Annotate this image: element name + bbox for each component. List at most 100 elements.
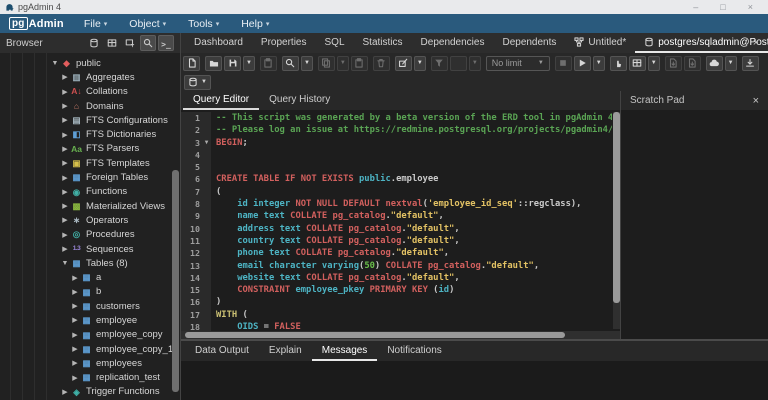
explain-button[interactable] [628, 55, 646, 71]
find-button[interactable] [281, 55, 299, 71]
edit-button[interactable] [394, 55, 412, 71]
close-tab-icon[interactable]: × [744, 33, 768, 53]
tab-sql[interactable]: SQL [316, 33, 354, 53]
save-button[interactable] [224, 55, 241, 71]
new-file-button[interactable] [183, 55, 200, 71]
tree-item-domains[interactable]: ▶ ⌂ Domains [0, 99, 180, 113]
minimize-button[interactable]: – [693, 2, 698, 12]
chevron-right-icon[interactable]: ▶ [60, 388, 70, 396]
view-data-button[interactable] [104, 35, 120, 51]
execute-button-dropdown[interactable]: ▼ [592, 55, 605, 71]
menu-tools[interactable]: Tools ▾ [188, 18, 219, 30]
tab-notifications[interactable]: Notifications [377, 341, 451, 361]
menu-object[interactable]: Object ▾ [129, 18, 166, 30]
tree-item-employees[interactable]: ▶ ▦ employees [0, 356, 180, 370]
tree-item-fts-dictionaries[interactable]: ▶ ◧ FTS Dictionaries [0, 127, 180, 141]
row-limit-select[interactable]: No limit ▼ [485, 55, 550, 71]
tab-data-output[interactable]: Data Output [185, 341, 259, 361]
tree-item-employee-copy-1[interactable]: ▶ ▦ employee_copy_1 [0, 342, 180, 356]
tree-item-trigger-functions[interactable]: ▶ ◈ Trigger Functions [0, 385, 180, 399]
save-button-dropdown[interactable]: ▼ [243, 55, 255, 71]
tab-explain[interactable]: Explain [259, 341, 312, 361]
tree-item-public[interactable]: ▼ ◆ public [0, 56, 180, 70]
chevron-right-icon[interactable]: ▶ [70, 359, 80, 367]
search-objects-button[interactable] [140, 35, 156, 51]
chevron-right-icon[interactable]: ▶ [60, 202, 70, 210]
tree-item-fts-configurations[interactable]: ▶ ▤ FTS Configurations [0, 113, 180, 127]
macro-button[interactable] [705, 55, 723, 71]
sql-editor[interactable]: 1 -- This script was generated by a beta … [181, 110, 620, 339]
paste-button[interactable] [259, 55, 277, 71]
tab-dependencies[interactable]: Dependencies [412, 33, 494, 53]
tree-item-customers[interactable]: ▶ ▦ customers [0, 299, 180, 313]
add-database-button[interactable] [86, 35, 102, 51]
tree-item-functions[interactable]: ▶ ◉ Functions [0, 185, 180, 199]
chevron-right-icon[interactable]: ▶ [70, 288, 80, 296]
chevron-right-icon[interactable]: ▶ [70, 331, 80, 339]
paste-rows-button[interactable] [350, 55, 368, 71]
tree-item-foreign-tables[interactable]: ▶ ▦ Foreign Tables [0, 170, 180, 184]
explain-button-dropdown[interactable]: ▼ [647, 55, 660, 71]
chevron-down-icon[interactable]: ▼ [50, 60, 60, 67]
tab-properties[interactable]: Properties [252, 33, 316, 53]
tab-dashboard[interactable]: Dashboard [185, 33, 252, 53]
chevron-right-icon[interactable]: ▶ [70, 302, 80, 310]
tab-untitled[interactable]: Untitled* [565, 33, 635, 53]
chevron-right-icon[interactable]: ▶ [70, 345, 80, 353]
chevron-right-icon[interactable]: ▶ [60, 174, 70, 182]
save-results-button[interactable] [664, 55, 682, 71]
tab-query-history[interactable]: Query History [259, 91, 340, 110]
connection-selector-button[interactable]: ▼ [184, 74, 211, 90]
tree-item-a[interactable]: ▶ ▦ a [0, 270, 180, 284]
editor-horizontal-scrollbar[interactable] [181, 331, 620, 339]
copy-button[interactable] [317, 55, 335, 71]
tab-messages[interactable]: Messages [311, 341, 378, 361]
filtered-rows-button[interactable] [122, 35, 138, 51]
close-window-button[interactable]: × [748, 2, 753, 12]
tab-statistics[interactable]: Statistics [354, 33, 412, 53]
tab-dependents[interactable]: Dependents [493, 33, 565, 53]
chevron-right-icon[interactable]: ▶ [60, 188, 70, 196]
cancel-query-button[interactable] [554, 55, 572, 71]
filter-button[interactable] [430, 55, 448, 71]
editor-vertical-scrollbar[interactable] [613, 112, 620, 329]
chevron-right-icon[interactable]: ▶ [60, 145, 70, 153]
sidebar-scrollbar[interactable] [172, 170, 179, 392]
chevron-right-icon[interactable]: ▶ [60, 159, 70, 167]
scratch-pad-body[interactable] [621, 110, 768, 339]
commit-button[interactable] [609, 55, 627, 71]
query-tool-button[interactable]: >_ [158, 35, 174, 51]
copy-button-dropdown[interactable]: ▼ [336, 55, 349, 71]
filter-options-button[interactable] [449, 55, 467, 71]
tree-item-employee[interactable]: ▶ ▦ employee [0, 313, 180, 327]
maximize-button[interactable]: □ [720, 2, 725, 12]
edit-button-dropdown[interactable]: ▼ [413, 55, 426, 71]
chevron-down-icon[interactable]: ▼ [60, 260, 70, 267]
tree-item-b[interactable]: ▶ ▦ b [0, 285, 180, 299]
delete-button[interactable] [372, 55, 390, 71]
find-button-dropdown[interactable]: ▼ [300, 55, 313, 71]
tree-item-procedures[interactable]: ▶ ◎ Procedures [0, 228, 180, 242]
save-results-alt-button[interactable] [683, 55, 701, 71]
download-button[interactable] [741, 55, 759, 71]
chevron-right-icon[interactable]: ▶ [70, 374, 80, 382]
tree-item-replication-test[interactable]: ▶ ▦ replication_test [0, 371, 180, 385]
chevron-right-icon[interactable]: ▶ [60, 245, 70, 253]
chevron-right-icon[interactable]: ▶ [60, 116, 70, 124]
tree-item-collations[interactable]: ▶ A↓ Collations [0, 85, 180, 99]
tree-item-sequences[interactable]: ▶ 1.3 Sequences [0, 242, 180, 256]
menu-help[interactable]: Help ▾ [241, 18, 269, 30]
chevron-right-icon[interactable]: ▶ [60, 231, 70, 239]
filter-options-button-dropdown[interactable]: ▼ [468, 55, 481, 71]
tree-item-employee-copy[interactable]: ▶ ▦ employee_copy [0, 328, 180, 342]
chevron-right-icon[interactable]: ▶ [60, 73, 70, 81]
fold-marker-icon[interactable]: ▼ [202, 136, 211, 149]
chevron-right-icon[interactable]: ▶ [60, 88, 70, 96]
macro-button-dropdown[interactable]: ▼ [724, 55, 737, 71]
chevron-right-icon[interactable]: ▶ [70, 274, 80, 282]
menu-file[interactable]: File ▾ [84, 18, 107, 30]
scratch-pad-close-icon[interactable]: × [753, 95, 759, 107]
tree-item-tables-8[interactable]: ▼ ▦ Tables (8) [0, 256, 180, 270]
tree-item-aggregates[interactable]: ▶ ▥ Aggregates [0, 70, 180, 84]
chevron-right-icon[interactable]: ▶ [60, 216, 70, 224]
